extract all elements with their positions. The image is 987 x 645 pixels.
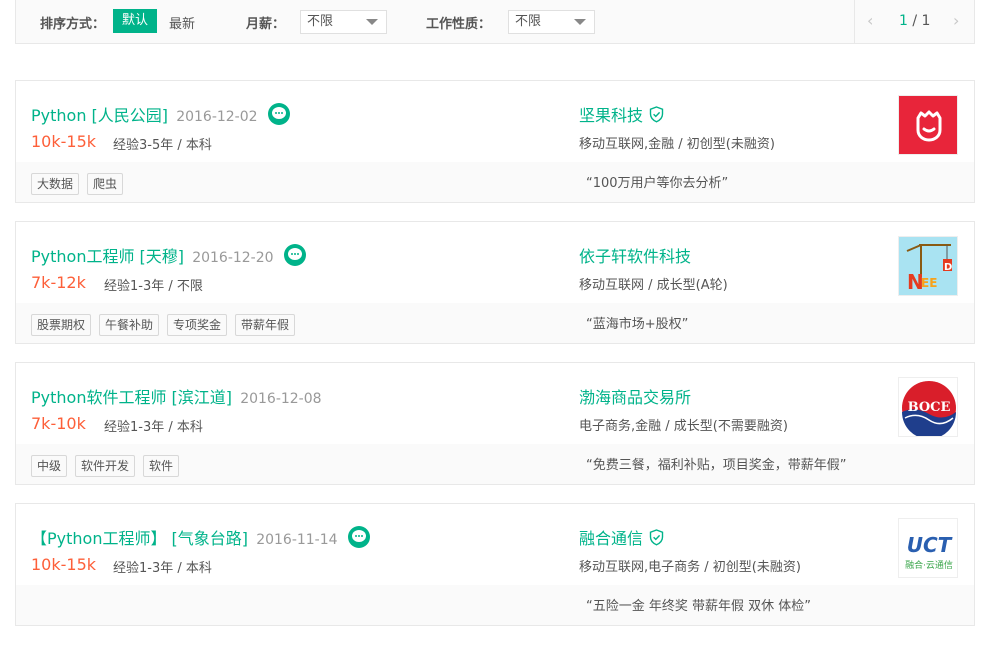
chevron-down-icon: [574, 19, 586, 25]
boce-logo-text: BOCE: [908, 400, 951, 415]
company-industry-stage: 电子商务,金融 / 成长型(不需要融资): [579, 419, 788, 434]
pager-next-icon[interactable]: ›: [953, 11, 959, 30]
company-name-link[interactable]: 融合通信: [579, 529, 643, 548]
jobtype-select-value: 不限: [515, 14, 542, 29]
job-card-footer: [16, 585, 974, 625]
company-line: 融合通信: [579, 525, 664, 549]
job-tag: 软件: [143, 455, 180, 477]
job-tag: 股票期权: [31, 314, 92, 336]
company-advantage: “免费三餐，福利补贴，项目奖金，带薪年假”: [586, 458, 847, 473]
job-card-footer: [16, 162, 974, 202]
position-line: Python工程师 [天穆] 2016-12-20: [31, 243, 306, 267]
salary-select[interactable]: 不限: [300, 10, 387, 34]
boce-logo-icon: BOCE: [899, 378, 957, 436]
experience-education: 经验3-5年 / 本科: [113, 138, 212, 153]
company-industry-stage: 移动互联网,电子商务 / 初创型(未融资): [579, 560, 801, 575]
uct-logo-icon: UCT 融合·云通信: [899, 519, 957, 577]
sort-label: 排序方式：: [40, 17, 106, 32]
pager-prev-icon[interactable]: ‹: [867, 11, 873, 30]
pager: ‹ 1 / 1 ›: [854, 0, 974, 43]
chevron-down-icon: [366, 19, 378, 25]
company-logo-uct[interactable]: UCT 融合·云通信: [898, 518, 958, 578]
job-tag: 软件开发: [75, 455, 136, 477]
job-card[interactable]: 【Python工程师】 [气象台路] 2016-11-14 10k-15k 经验…: [15, 503, 975, 626]
salary: 7k-12k: [31, 273, 86, 292]
pager-separator: /: [907, 13, 922, 29]
tag-list: 股票期权 午餐补助 专项奖金 带薪年假: [31, 314, 296, 336]
position-name-link[interactable]: Python工程师 [天穆]: [31, 247, 184, 266]
post-date: 2016-12-20: [192, 250, 274, 266]
jobtype-filter-label: 工作性质：: [426, 17, 492, 32]
company-advantage: “蓝海市场+股权”: [586, 317, 689, 332]
position-line: Python [人民公园] 2016-12-02: [31, 102, 290, 126]
company-name-link[interactable]: 依子轩软件科技: [579, 247, 691, 266]
chat-icon[interactable]: [267, 103, 290, 125]
sort-default-button[interactable]: 默认: [113, 9, 157, 33]
need-crane-logo-icon: N EE D: [899, 237, 957, 295]
uct-logo-text: UCT: [907, 533, 953, 557]
company-advantage: “五险一金 年终奖 带薪年假 双休 体检”: [586, 599, 811, 614]
position-name-link[interactable]: Python [人民公园]: [31, 106, 168, 125]
salary-select-value: 不限: [307, 14, 334, 29]
nut-logo-icon: [899, 96, 957, 154]
experience-education: 经验1-3年 / 本科: [113, 561, 212, 576]
chat-icon[interactable]: [283, 244, 306, 266]
job-tag: 爬虫: [87, 173, 124, 195]
salary: 10k-15k: [31, 132, 97, 151]
position-line: Python软件工程师 [滨江道] 2016-12-08: [31, 384, 322, 408]
company-name-link[interactable]: 渤海商品交易所: [579, 388, 691, 407]
svg-text:EE: EE: [921, 276, 937, 290]
tag-list: 中级 软件开发 软件: [31, 455, 180, 477]
sort-latest-button[interactable]: 最新: [169, 13, 195, 32]
jobtype-select[interactable]: 不限: [508, 10, 595, 34]
job-card[interactable]: Python工程师 [天穆] 2016-12-20 7k-12k 经验1-3年 …: [15, 221, 975, 344]
job-tag: 大数据: [31, 173, 80, 195]
filter-bar: 排序方式： 默认 最新 月薪： 不限 工作性质： 不限 ‹ 1 / 1 ›: [15, 0, 975, 44]
experience-education: 经验1-3年 / 不限: [104, 279, 203, 294]
company-advantage: “100万用户等你去分析”: [586, 176, 729, 191]
position-line: 【Python工程师】 [气象台路] 2016-11-14: [31, 525, 370, 549]
pager-count: 1 / 1: [899, 13, 930, 29]
tag-list: 大数据 爬虫: [31, 173, 124, 195]
company-industry-stage: 移动互联网,金融 / 初创型(未融资): [579, 137, 775, 152]
position-name-link[interactable]: 【Python工程师】 [气象台路]: [31, 529, 248, 548]
job-tag: 午餐补助: [99, 314, 160, 336]
company-logo-nut[interactable]: [898, 95, 958, 155]
verified-shield-icon: [649, 529, 664, 546]
company-industry-stage: 移动互联网 / 成长型(A轮): [579, 278, 728, 293]
verified-shield-icon: [649, 106, 664, 123]
uct-logo-subtext: 融合·云通信: [905, 559, 953, 571]
company-logo-need[interactable]: N EE D: [898, 236, 958, 296]
chat-icon[interactable]: [347, 526, 370, 548]
company-logo-boce[interactable]: BOCE: [898, 377, 958, 437]
job-card[interactable]: Python [人民公园] 2016-12-02 10k-15k 经验3-5年 …: [15, 80, 975, 203]
pager-total: 1: [921, 13, 931, 29]
post-date: 2016-11-14: [256, 532, 338, 548]
salary: 10k-15k: [31, 555, 97, 574]
company-line: 坚果科技: [579, 102, 664, 126]
salary: 7k-10k: [31, 414, 86, 433]
svg-text:D: D: [944, 262, 952, 273]
company-name-link[interactable]: 坚果科技: [579, 106, 643, 125]
job-tag: 中级: [31, 455, 68, 477]
pager-current: 1: [899, 13, 908, 29]
company-line: 渤海商品交易所: [579, 384, 691, 408]
post-date: 2016-12-02: [176, 109, 258, 125]
job-tag: 带薪年假: [235, 314, 296, 336]
position-name-link[interactable]: Python软件工程师 [滨江道]: [31, 388, 232, 407]
job-card[interactable]: Python软件工程师 [滨江道] 2016-12-08 7k-10k 经验1-…: [15, 362, 975, 485]
post-date: 2016-12-08: [240, 391, 322, 407]
experience-education: 经验1-3年 / 本科: [104, 420, 203, 435]
salary-filter-label: 月薪：: [246, 17, 286, 32]
job-tag: 专项奖金: [167, 314, 228, 336]
company-line: 依子轩软件科技: [579, 243, 691, 267]
